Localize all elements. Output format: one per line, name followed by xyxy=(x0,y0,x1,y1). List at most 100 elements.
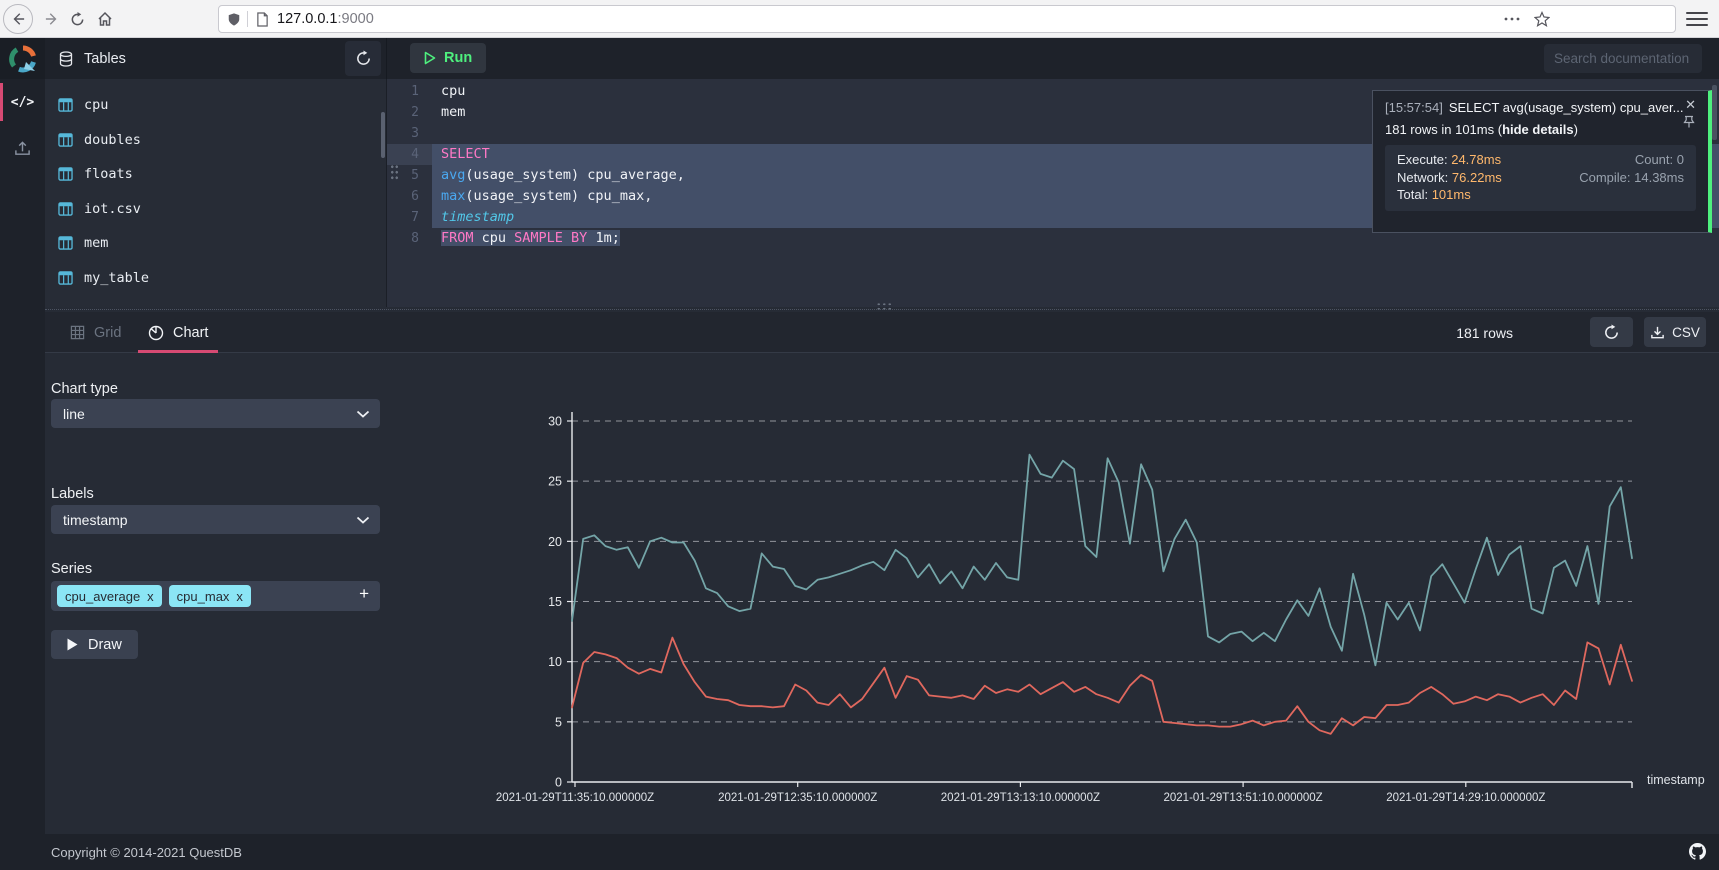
page-actions-icon[interactable] xyxy=(1504,16,1520,22)
urlbar-divider xyxy=(247,11,248,27)
execute-value: 24.78ms xyxy=(1451,152,1501,167)
line-number: 7 xyxy=(387,207,432,228)
grid-icon xyxy=(70,325,85,340)
table-list-item[interactable]: cpu xyxy=(45,88,386,123)
series-label: Series xyxy=(51,561,92,577)
table-list-item[interactable]: my_table xyxy=(45,261,386,296)
panel-resize-handle-horizontal[interactable] xyxy=(876,302,893,311)
chevron-down-icon xyxy=(356,410,370,418)
run-button[interactable]: Run xyxy=(410,43,486,73)
browser-menu-icon[interactable] xyxy=(1686,8,1708,30)
shield-icon xyxy=(227,12,241,27)
editor-scrollbar-thumb[interactable] xyxy=(1712,85,1717,140)
search-documentation-input[interactable]: Search documentation xyxy=(1544,44,1702,73)
reload-icon xyxy=(70,12,85,27)
rail-console-tab[interactable]: </> xyxy=(0,79,45,125)
chart-type-value: line xyxy=(63,406,85,422)
questdb-logo-icon xyxy=(9,45,37,73)
labels-select[interactable]: timestamp xyxy=(51,505,380,534)
tables-refresh-button[interactable] xyxy=(345,41,381,76)
browser-chrome: 127.0.0.1:9000 xyxy=(0,0,1719,38)
tab-chart[interactable]: Chart xyxy=(148,312,208,353)
tables-panel-header: Tables xyxy=(45,38,387,79)
browser-home-button[interactable] xyxy=(90,4,120,34)
table-name: iot.csv xyxy=(84,201,141,217)
rail-import-tab[interactable] xyxy=(0,125,45,171)
labels-value: timestamp xyxy=(63,512,128,528)
series-input[interactable]: cpu_averagexcpu_maxx+ xyxy=(51,581,380,611)
notification-query-text: SELECT avg(usage_system) cpu_aver... xyxy=(1449,100,1684,115)
series-tag-remove-icon[interactable]: x xyxy=(236,589,243,604)
notification-timestamp: [15:57:54] xyxy=(1385,100,1443,115)
bookmark-star-icon[interactable] xyxy=(1534,11,1550,27)
count-value: 0 xyxy=(1677,152,1684,167)
line-number: 6 xyxy=(387,186,432,207)
line-number: 4 xyxy=(387,144,432,165)
csv-label: CSV xyxy=(1672,325,1700,340)
series-tag-label: cpu_average xyxy=(65,589,140,604)
tab-grid[interactable]: Grid xyxy=(70,312,121,353)
url-bar[interactable]: 127.0.0.1:9000 xyxy=(218,5,1676,33)
svg-text:5: 5 xyxy=(555,715,562,729)
github-icon[interactable] xyxy=(1689,843,1706,865)
add-series-icon[interactable]: + xyxy=(359,584,369,604)
line-chart[interactable]: 0510152025302021-01-29T11:35:10.000000Z2… xyxy=(440,366,1715,811)
chevron-down-icon xyxy=(356,516,370,524)
browser-reload-button[interactable] xyxy=(62,4,92,34)
line-number: 3 xyxy=(387,123,432,144)
pie-chart-icon xyxy=(148,325,164,341)
tables-list: cpu doubles floats iot.csv mem my_table xyxy=(45,79,386,295)
line-number: 1 xyxy=(387,81,432,102)
chart-type-select[interactable]: line xyxy=(51,399,380,428)
chart-type-label: Chart type xyxy=(51,381,118,397)
tables-scrollbar-thumb[interactable] xyxy=(381,112,385,158)
browser-back-button[interactable] xyxy=(3,4,33,34)
svg-text:25: 25 xyxy=(548,475,562,489)
url-port: :9000 xyxy=(337,11,373,27)
code-icon: </> xyxy=(11,95,34,110)
x-axis-title: timestamp xyxy=(1647,773,1705,787)
total-value: 101ms xyxy=(1432,187,1471,202)
tables-title: Tables xyxy=(84,51,126,67)
download-icon xyxy=(1650,325,1665,340)
notification-summary: 181 rows in 101ms (hide details) xyxy=(1385,122,1696,137)
page-icon xyxy=(256,12,269,27)
series-tag[interactable]: cpu_average x xyxy=(57,585,162,607)
app-header: Tables Run Search documentation xyxy=(0,38,1719,79)
notification-pin-icon[interactable] xyxy=(1683,115,1695,132)
csv-download-button[interactable]: CSV xyxy=(1644,317,1706,347)
search-documentation-placeholder: Search documentation xyxy=(1554,51,1689,66)
table-list-item[interactable]: iot.csv xyxy=(45,192,386,227)
table-icon xyxy=(58,202,73,216)
x-axis-tick-label: 2021-01-29T14:29:10.000000Z xyxy=(1386,792,1545,804)
table-list-item[interactable]: mem xyxy=(45,226,386,261)
compile-value: 14.38ms xyxy=(1634,170,1684,185)
table-icon xyxy=(58,133,73,147)
questdb-logo[interactable] xyxy=(0,38,45,79)
x-axis-tick-label: 2021-01-29T13:51:10.000000Z xyxy=(1163,792,1322,804)
hide-details-link[interactable]: hide details xyxy=(1502,122,1574,137)
series-tag[interactable]: cpu_maxx xyxy=(169,585,251,607)
panel-resize-handle-vertical[interactable] xyxy=(390,164,399,181)
table-name: floats xyxy=(84,166,133,182)
notification-stats: Execute: 24.78ms Network: 76.22ms Total:… xyxy=(1385,145,1696,211)
svg-text:30: 30 xyxy=(548,415,562,429)
line-number: 2 xyxy=(387,102,432,123)
refresh-icon xyxy=(355,50,372,67)
x-axis-tick-label: 2021-01-29T13:13:10.000000Z xyxy=(941,792,1100,804)
footer: Copyright © 2014-2021 QuestDB xyxy=(0,834,1719,870)
table-name: my_table xyxy=(84,270,149,286)
table-list-item[interactable]: floats xyxy=(45,157,386,192)
query-notification: [15:57:54] SELECT avg(usage_system) cpu_… xyxy=(1372,90,1712,233)
table-name: cpu xyxy=(84,97,108,113)
results-refresh-button[interactable] xyxy=(1590,317,1633,347)
series-tag-remove-icon[interactable]: x xyxy=(147,589,154,604)
notification-close-icon[interactable]: ✕ xyxy=(1685,97,1696,113)
table-list-item[interactable]: doubles xyxy=(45,123,386,158)
row-count: 181 rows xyxy=(1456,312,1513,353)
run-label: Run xyxy=(444,50,472,66)
chart-canvas: 0510152025302021-01-29T11:35:10.000000Z2… xyxy=(440,366,1715,811)
run-play-icon xyxy=(424,51,436,65)
home-icon xyxy=(97,11,113,27)
draw-button[interactable]: Draw xyxy=(51,630,138,659)
